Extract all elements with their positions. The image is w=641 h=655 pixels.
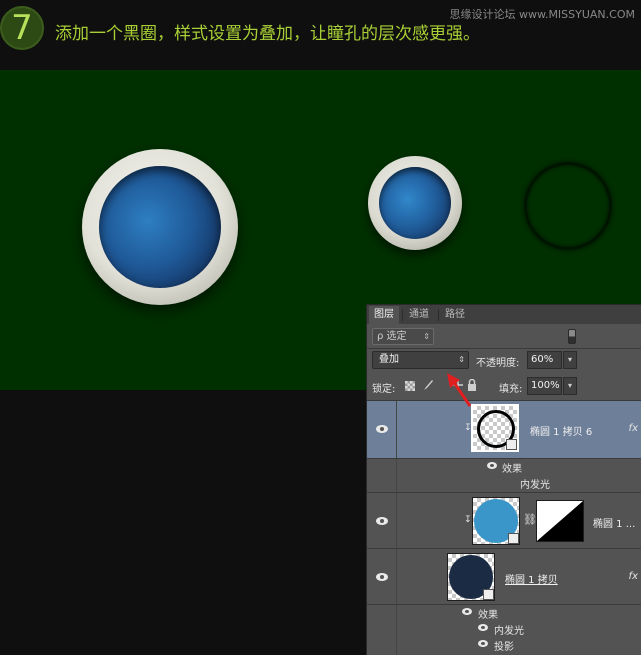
layer-effects-group: 效果 内发光 投影 bbox=[367, 605, 641, 655]
gradient-mask-shape bbox=[537, 501, 583, 541]
effects-visibility-eye-icon[interactable] bbox=[462, 608, 472, 615]
effects-visibility-eye-icon[interactable] bbox=[487, 462, 497, 469]
effects-label: 效果 bbox=[502, 464, 522, 475]
opacity-dropdown-icon[interactable]: ▾ bbox=[563, 351, 577, 369]
fill-label: 填充: bbox=[499, 384, 523, 395]
layer-row[interactable]: ↧ ⛓ 椭圆 1 ... bbox=[367, 493, 641, 549]
layer-filter-select[interactable]: ρ 选定 ⇕ bbox=[372, 328, 434, 345]
clipping-mask-arrow-icon: ↧ bbox=[464, 515, 472, 525]
eye-column-separator bbox=[396, 459, 397, 492]
layer-name[interactable]: 椭圆 1 拷贝 6 bbox=[530, 423, 592, 438]
panel-tabs: 图层 通道 路径 bbox=[367, 305, 641, 324]
eye-large bbox=[82, 149, 238, 305]
effect-inner-glow[interactable]: 内发光 bbox=[494, 622, 524, 637]
instruction-header: 7 添加一个黑圈，样式设置为叠加，让瞳孔的层次感更强。 思缘设计论坛 www.M… bbox=[0, 0, 641, 70]
tab-separator bbox=[438, 309, 439, 321]
layer-mask-thumbnail[interactable] bbox=[536, 500, 584, 542]
visibility-eye-icon[interactable] bbox=[376, 573, 388, 581]
tab-channels[interactable]: 通道 bbox=[404, 306, 434, 324]
select-arrows-icon: ⇕ bbox=[423, 332, 430, 341]
fx-icon[interactable]: fx bbox=[629, 571, 638, 582]
fx-icon[interactable]: fx bbox=[629, 423, 638, 434]
filter-toggle-switch[interactable] bbox=[568, 329, 576, 344]
link-chain-icon[interactable]: ⛓ bbox=[523, 513, 537, 526]
step-number-badge: 7 bbox=[0, 6, 44, 50]
blend-mode-value: 叠加 bbox=[379, 354, 399, 365]
lock-pixels-brush-icon[interactable] bbox=[422, 379, 434, 391]
lock-label: 锁定: bbox=[372, 384, 396, 395]
layer-effects-group: 效果 内发光 bbox=[367, 459, 641, 493]
blend-mode-select[interactable]: 叠加 ⇕ bbox=[372, 351, 469, 369]
select-arrows-icon: ⇕ bbox=[458, 355, 465, 364]
layer-name[interactable]: 椭圆 1 拷贝 bbox=[505, 571, 558, 586]
tab-separator bbox=[402, 309, 403, 321]
filter-label: ρ 选定 bbox=[377, 331, 407, 342]
eye-column-separator bbox=[396, 401, 397, 458]
layer-thumbnail[interactable] bbox=[471, 404, 519, 452]
layers-panel: 图层 通道 路径 ρ 选定 ⇕ 叠加 ⇕ 不透明度: 60% ▾ 锁定: 填充:… bbox=[366, 304, 641, 655]
lock-transparency-icon[interactable] bbox=[405, 381, 415, 391]
layer-row[interactable]: 椭圆 1 拷贝 fx bbox=[367, 549, 641, 605]
effect-visibility-eye-icon[interactable] bbox=[478, 640, 488, 647]
opacity-input[interactable]: 60% bbox=[527, 351, 562, 369]
watermark: 思缘设计论坛 www.MISSYUAN.COM bbox=[449, 8, 635, 21]
black-ring-shape bbox=[524, 162, 612, 250]
divider bbox=[367, 348, 641, 349]
tab-paths[interactable]: 路径 bbox=[440, 306, 470, 324]
eye-column-separator bbox=[396, 493, 397, 548]
vector-mask-corner-icon bbox=[506, 439, 517, 450]
effect-inner-glow[interactable]: 内发光 bbox=[520, 476, 550, 491]
vector-mask-corner-icon bbox=[483, 589, 494, 600]
tab-layers[interactable]: 图层 bbox=[369, 306, 399, 324]
visibility-eye-icon[interactable] bbox=[376, 425, 388, 433]
layer-thumbnail[interactable] bbox=[472, 497, 520, 545]
layer-thumbnail[interactable] bbox=[447, 553, 495, 601]
fill-input[interactable]: 100% bbox=[527, 377, 562, 395]
vector-mask-corner-icon bbox=[508, 533, 519, 544]
effects-label: 效果 bbox=[478, 610, 498, 621]
pupil-large bbox=[99, 166, 221, 288]
effect-visibility-eye-icon[interactable] bbox=[478, 624, 488, 631]
opacity-label: 不透明度: bbox=[476, 358, 520, 369]
visibility-eye-icon[interactable] bbox=[376, 517, 388, 525]
pupil-small bbox=[379, 167, 451, 239]
effect-drop-shadow[interactable]: 投影 bbox=[494, 638, 514, 653]
eye-small bbox=[368, 156, 462, 250]
layer-name[interactable]: 椭圆 1 ... bbox=[593, 515, 635, 530]
red-annotation-arrow-icon bbox=[447, 373, 472, 407]
eye-column-separator bbox=[396, 605, 397, 655]
step-instruction-text: 添加一个黑圈，样式设置为叠加，让瞳孔的层次感更强。 bbox=[55, 24, 480, 44]
eye-column-separator bbox=[396, 549, 397, 604]
layer-row-selected[interactable]: ↧ 椭圆 1 拷贝 6 fx bbox=[367, 401, 641, 459]
fill-dropdown-icon[interactable]: ▾ bbox=[563, 377, 577, 395]
